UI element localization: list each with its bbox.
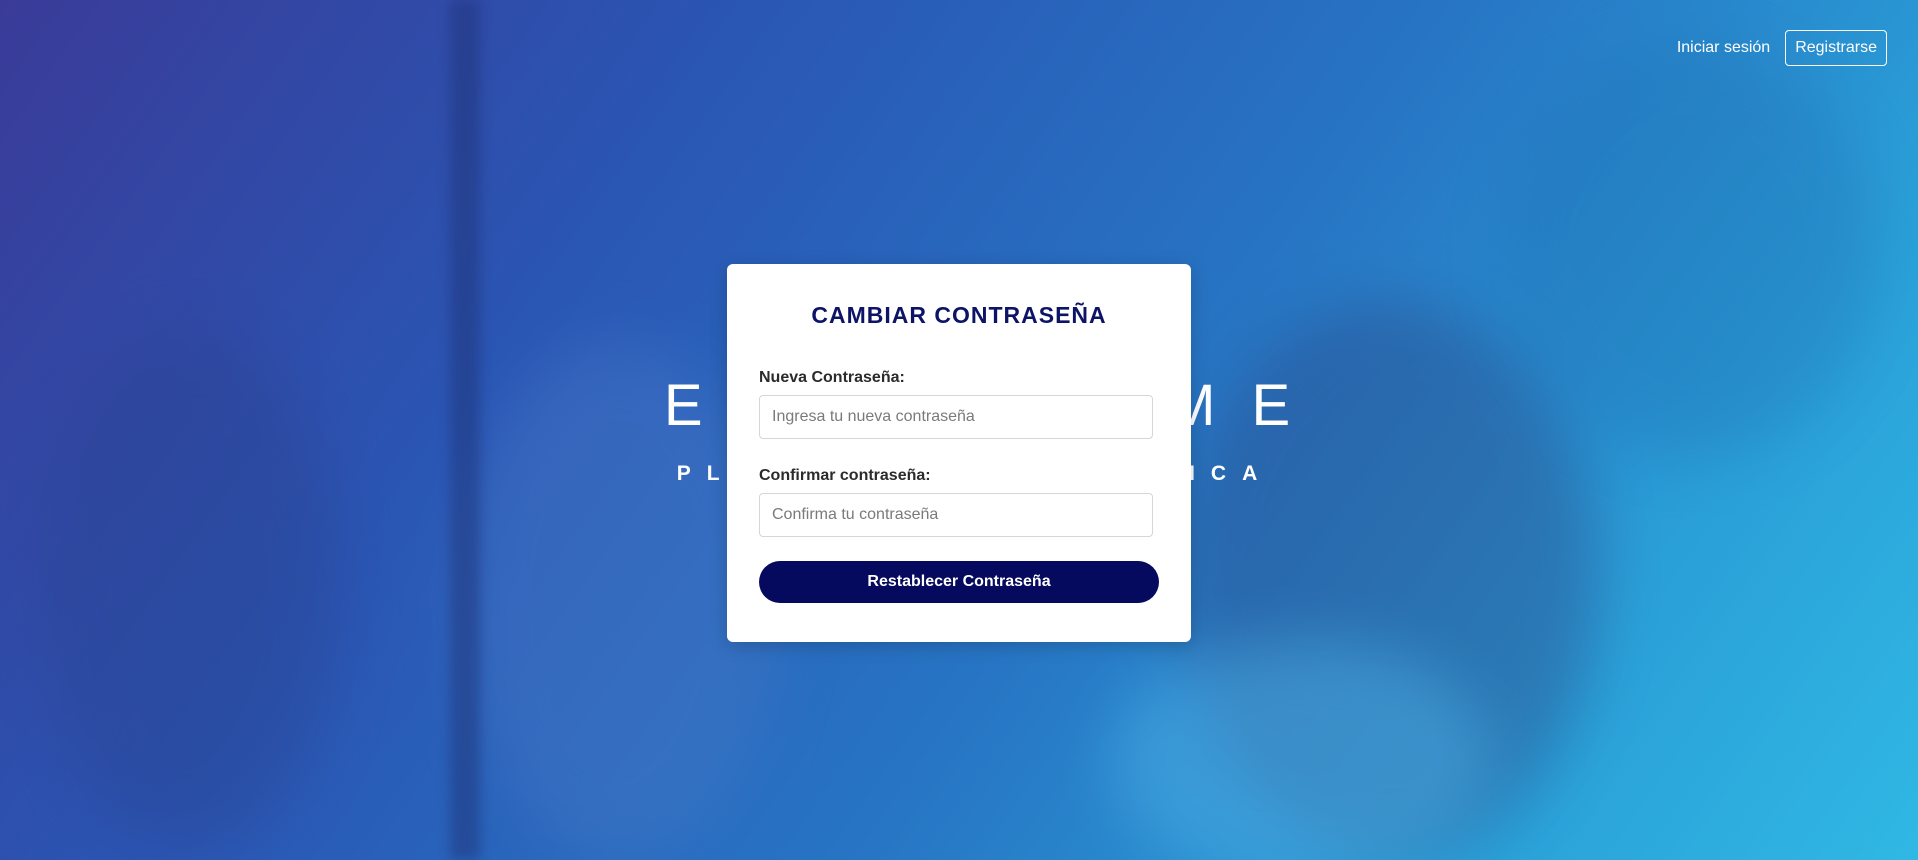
top-nav: Iniciar sesión Registrarse [1677,30,1887,66]
confirm-password-label: Confirmar contraseña: [759,467,931,484]
new-password-input[interactable] [759,395,1153,439]
new-password-label: Nueva Contraseña: [759,369,905,386]
change-password-card: CAMBIAR CONTRASEÑA Nueva Contraseña: Con… [727,264,1191,642]
register-button[interactable]: Registrarse [1785,30,1887,66]
hero-background: Iniciar sesión Registrarse ESTUDIAME PLA… [0,0,1918,860]
card-title: CAMBIAR CONTRASEÑA [811,302,1107,328]
login-link[interactable]: Iniciar sesión [1677,39,1770,57]
reset-password-button[interactable]: Restablecer Contraseña [759,561,1159,603]
confirm-password-input[interactable] [759,493,1153,537]
